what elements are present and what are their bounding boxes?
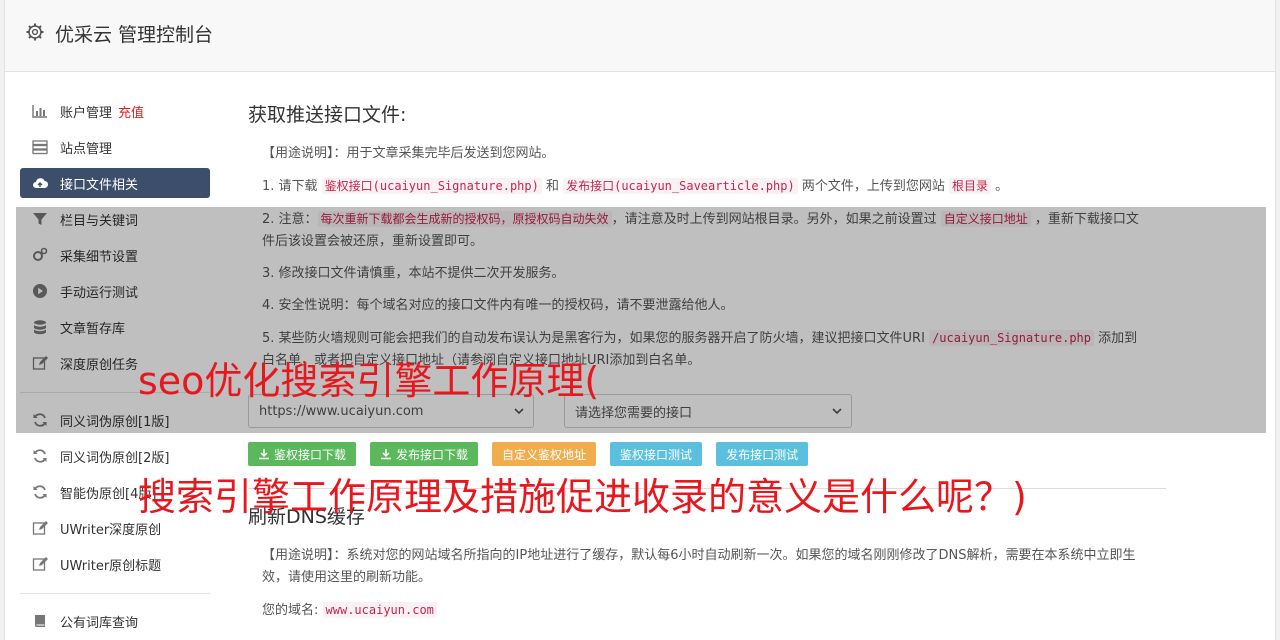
domain-value: www.ucaiyun.com [322, 602, 437, 618]
sidebar-item-public-dictionary[interactable]: 公有词库查询 [20, 606, 210, 636]
sidebar-item-label: 接口文件相关 [60, 177, 139, 193]
refresh-icon [33, 449, 47, 463]
step-text: 。 [991, 179, 1009, 194]
cloud-upload-icon [33, 178, 48, 189]
download-signature-button[interactable]: 鉴权接口下载 [248, 442, 357, 466]
step-text: 和 [541, 179, 564, 194]
download-publish-button[interactable]: 发布接口下载 [370, 442, 479, 466]
section-title-push-api: 获取推送接口文件: [248, 104, 407, 126]
server-icon [32, 140, 48, 155]
domain-row: 您的域名: www.ucaiyun.com [248, 599, 1148, 622]
step-1: 1. 请下载 鉴权接口(ucaiyun_Signature.php) 和 发布接… [248, 175, 1148, 198]
sidebar-item-label: 公有词库查询 [60, 615, 139, 631]
sidebar-divider [20, 593, 210, 594]
button-label: 发布接口下载 [396, 447, 469, 462]
page-title: 优采云 管理控制台 [55, 24, 214, 46]
sidebar-item-sites[interactable]: 站点管理 [20, 132, 210, 162]
usage-label: 【用途说明】 [262, 146, 334, 161]
sidebar-item-uwriter-title[interactable]: UWriter原创标题 [20, 549, 210, 579]
action-buttons: 鉴权接口下载 发布接口下载 自定义鉴权地址 鉴权接口测试 发布接口测试 [248, 442, 1148, 466]
button-label: 发布接口测试 [726, 447, 799, 462]
button-label: 鉴权接口测试 [620, 447, 693, 462]
custom-auth-url-button[interactable]: 自定义鉴权地址 [492, 442, 597, 466]
top-header: 优采云 管理控制台 [4, 0, 1276, 72]
sidebar-item-label: UWriter深度原创 [60, 522, 162, 538]
usage-note: 【用途说明】：用于文章采集完毕后发送到您网站。 [248, 143, 1148, 165]
edit-icon [32, 521, 48, 535]
signature-api-code: 鉴权接口(ucaiyun_Signature.php) [321, 178, 542, 194]
step-text: 两个文件，上传到您网站 [797, 179, 949, 194]
usage-text: ：系统对您的网站域名所指向的IP地址进行了缓存，默认每6小时自动刷新一次。如果您… [262, 548, 1136, 585]
root-dir-code: 根目录 [949, 178, 992, 194]
sidebar-item-account[interactable]: 账户管理 充值 [20, 96, 210, 126]
sidebar-item-label: 账户管理 [60, 105, 113, 121]
savearticle-api-code: 发布接口(ucaiyun_Savearticle.php) [563, 178, 798, 194]
usage-text: ：用于文章采集完毕后发送到您网站。 [333, 146, 555, 161]
overlay-headline-1: seo优化搜索引擎工作原理( [138, 359, 600, 403]
usage-label: 【用途说明】 [262, 548, 334, 563]
test-publish-button[interactable]: 发布接口测试 [716, 442, 809, 466]
book-icon [35, 615, 45, 627]
step-text: 1. 请下载 [262, 179, 322, 194]
test-signature-button[interactable]: 鉴权接口测试 [610, 442, 703, 466]
bar-chart-icon [32, 105, 47, 118]
edit-icon [32, 557, 48, 571]
domain-label: 您的域名: [262, 603, 319, 618]
recharge-link[interactable]: 充值 [118, 102, 144, 121]
button-label: 鉴权接口下载 [274, 447, 347, 462]
overlay-headline-2: 搜索引擎工作原理及措施促进收录的意义是什么呢？) [138, 475, 1027, 519]
refresh-icon [33, 485, 47, 499]
download-icon [381, 449, 392, 460]
sidebar-item-label: 站点管理 [60, 141, 113, 157]
gear-icon [26, 23, 44, 41]
button-label: 自定义鉴权地址 [502, 447, 587, 462]
sidebar-item-label: UWriter原创标题 [60, 558, 162, 574]
download-icon [259, 449, 269, 460]
sidebar-item-label: 同义词伪原创[2版] [60, 450, 170, 466]
dns-usage-note: 【用途说明】：系统对您的网站域名所指向的IP地址进行了缓存，默认每6小时自动刷新… [248, 545, 1148, 589]
sidebar-item-api-files[interactable]: 接口文件相关 [20, 168, 210, 198]
